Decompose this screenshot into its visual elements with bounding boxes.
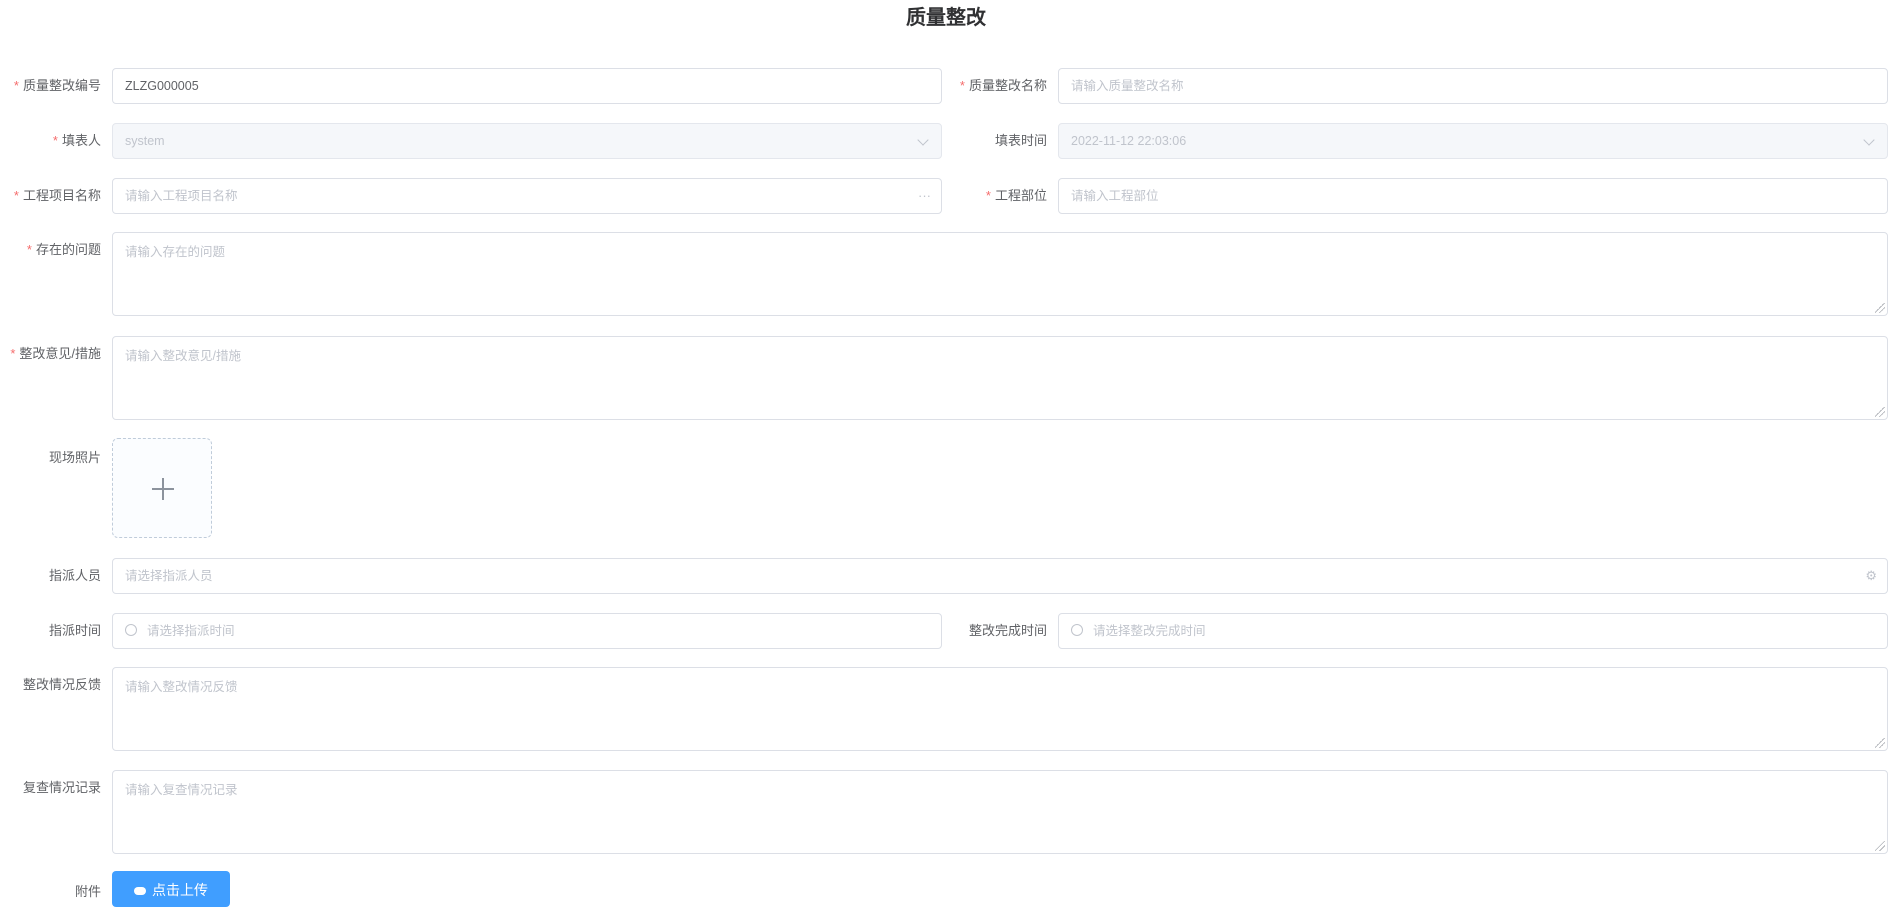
part-label: * 工程部位 xyxy=(945,178,1047,214)
problem-label-text: 存在的问题 xyxy=(35,242,101,257)
assignee-input[interactable]: 请选择指派人员 ⚙ xyxy=(112,558,1888,594)
resize-handle-icon[interactable] xyxy=(1875,738,1885,748)
filler-value: system xyxy=(125,134,165,148)
clock-icon xyxy=(125,624,137,636)
fill-time-label-text: 填表时间 xyxy=(994,133,1047,148)
chevron-down-icon xyxy=(1863,134,1875,146)
gear-icon[interactable]: ⚙ xyxy=(1865,559,1877,593)
review-label: 复查情况记录 xyxy=(0,770,101,806)
more-icon[interactable]: ··· xyxy=(918,179,931,213)
part-label-text: 工程部位 xyxy=(994,188,1047,203)
problem-textarea[interactable]: 请输入存在的问题 xyxy=(112,232,1888,316)
filler-select: system xyxy=(112,123,942,159)
finish-time-label: 整改完成时间 xyxy=(945,613,1047,649)
assignee-placeholder: 请选择指派人员 xyxy=(125,569,213,583)
feedback-label-text: 整改情况反馈 xyxy=(22,677,101,692)
attachment-label-text: 附件 xyxy=(74,884,101,899)
assignee-label-text: 指派人员 xyxy=(48,568,101,583)
feedback-textarea[interactable]: 请输入整改情况反馈 xyxy=(112,667,1888,751)
review-label-text: 复查情况记录 xyxy=(22,780,101,795)
measures-placeholder: 请输入整改意见/措施 xyxy=(125,349,241,363)
assignee-label: 指派人员 xyxy=(0,558,101,594)
project-label-text: 工程项目名称 xyxy=(22,188,101,203)
plus-icon-vertical xyxy=(162,478,164,500)
fill-time-label: 填表时间 xyxy=(945,123,1047,159)
assign-time-placeholder: 请选择指派时间 xyxy=(147,624,235,638)
part-input[interactable]: 请输入工程部位 xyxy=(1058,178,1888,214)
required-mark: * xyxy=(52,133,58,148)
upload-button[interactable]: 点击上传 xyxy=(112,871,230,907)
fill-time-select: 2022-11-12 22:03:06 xyxy=(1058,123,1888,159)
feedback-placeholder: 请输入整改情况反馈 xyxy=(125,680,238,694)
assign-time-label-text: 指派时间 xyxy=(48,623,101,638)
required-mark: * xyxy=(985,188,991,203)
fill-time-value: 2022-11-12 22:03:06 xyxy=(1071,134,1187,148)
photos-label-text: 现场照片 xyxy=(48,450,101,465)
required-mark: * xyxy=(13,78,19,93)
measures-textarea[interactable]: 请输入整改意见/措施 xyxy=(112,336,1888,420)
chevron-down-icon xyxy=(917,134,929,146)
feedback-label: 整改情况反馈 xyxy=(0,667,101,703)
measures-label-text: 整改意见/措施 xyxy=(19,346,101,361)
name-input[interactable]: 请输入质量整改名称 xyxy=(1058,68,1888,104)
filler-label-text: 填表人 xyxy=(61,133,101,148)
problem-placeholder: 请输入存在的问题 xyxy=(125,245,226,259)
assign-time-label: 指派时间 xyxy=(0,613,101,649)
photos-label: 现场照片 xyxy=(0,440,101,476)
code-label: * 质量整改编号 xyxy=(0,68,101,104)
required-mark: * xyxy=(10,346,16,361)
resize-handle-icon[interactable] xyxy=(1875,841,1885,851)
clock-icon xyxy=(1071,624,1083,636)
finish-time-placeholder: 请选择整改完成时间 xyxy=(1093,624,1206,638)
name-label: * 质量整改名称 xyxy=(945,68,1047,104)
resize-handle-icon[interactable] xyxy=(1875,407,1885,417)
project-input[interactable]: 请输入工程项目名称 ··· xyxy=(112,178,942,214)
upload-button-label: 点击上传 xyxy=(152,882,208,898)
resize-handle-icon[interactable] xyxy=(1875,303,1885,313)
required-mark: * xyxy=(26,242,32,257)
page-title: 质量整改 xyxy=(906,7,986,29)
part-placeholder: 请输入工程部位 xyxy=(1071,189,1159,203)
project-placeholder: 请输入工程项目名称 xyxy=(125,189,238,203)
project-label: * 工程项目名称 xyxy=(0,178,101,214)
finish-time-picker[interactable]: 请选择整改完成时间 xyxy=(1058,613,1888,649)
name-placeholder: 请输入质量整改名称 xyxy=(1071,79,1184,93)
required-mark: * xyxy=(13,188,19,203)
required-mark: * xyxy=(959,78,965,93)
assign-time-picker[interactable]: 请选择指派时间 xyxy=(112,613,942,649)
finish-time-label-text: 整改完成时间 xyxy=(968,623,1047,638)
attachment-label: 附件 xyxy=(0,874,101,910)
measures-label: * 整改意见/措施 xyxy=(0,336,101,372)
photo-uploader[interactable] xyxy=(112,438,212,538)
code-input[interactable]: ZLZG000005 xyxy=(112,68,942,104)
code-label-text: 质量整改编号 xyxy=(22,78,101,93)
problem-label: * 存在的问题 xyxy=(0,232,101,268)
cloud-upload-icon xyxy=(134,887,146,895)
code-value: ZLZG000005 xyxy=(125,79,199,93)
review-textarea[interactable]: 请输入复查情况记录 xyxy=(112,770,1888,854)
review-placeholder: 请输入复查情况记录 xyxy=(125,783,238,797)
name-label-text: 质量整改名称 xyxy=(968,78,1047,93)
filler-label: * 填表人 xyxy=(0,123,101,159)
